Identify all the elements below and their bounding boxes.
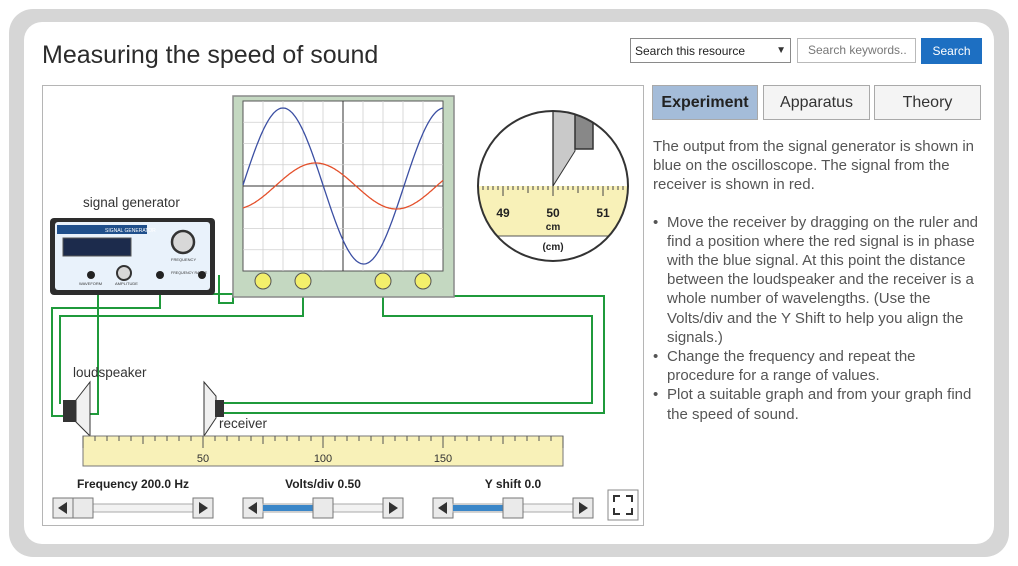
ruler-tick-label: 150 [434, 453, 452, 465]
receiver-cone [203, 380, 217, 438]
slider-thumb[interactable] [502, 497, 524, 519]
search-input[interactable]: Search keywords.. [797, 38, 916, 63]
scope-terminal-3 [374, 272, 392, 290]
volts-div-label: Volts/div 0.50 [285, 477, 361, 491]
magnifier-tick-label: 51 [596, 206, 610, 220]
instructions-panel: The output from the signal generator is … [653, 137, 983, 424]
instructions-intro: The output from the signal generator is … [653, 138, 975, 194]
ruler-tick-label: 50 [197, 453, 209, 465]
instruction-item: Change the frequency and repeat the proc… [653, 347, 983, 385]
output-terminal-1 [156, 271, 164, 279]
loudspeaker-body [63, 400, 76, 422]
loudspeaker [63, 380, 91, 438]
tab-experiment[interactable]: Experiment [652, 85, 758, 120]
fullscreen-button[interactable] [607, 489, 639, 521]
instruction-text: Change the frequency and repeat the proc… [667, 348, 916, 385]
chevron-down-icon: ▼ [776, 45, 786, 56]
slider-controls [52, 497, 594, 519]
tab-theory[interactable]: Theory [874, 85, 981, 120]
volts-div-slider[interactable] [242, 497, 404, 519]
wire-receiver-b [224, 281, 605, 414]
magnifier-unit-label: cm [546, 222, 561, 233]
magnifier-caption: (cm) [542, 242, 563, 253]
magnifier-tick-label: 49 [496, 206, 510, 220]
slider-thumb[interactable] [72, 497, 94, 519]
instructions-list: Move the receiver by dragging on the rul… [653, 213, 983, 424]
page-title: Measuring the speed of sound [42, 41, 379, 69]
simulation-canvas: signal generator SIGNAL GENERATOR FREQUE… [50, 95, 639, 521]
generator-waveform-text: WAVEFORM [79, 281, 102, 286]
generator-frequency-text: FREQUENCY [171, 257, 196, 262]
scope-terminal-1 [254, 272, 272, 290]
wire-receiver-a [224, 281, 593, 404]
generator-panel-text: SIGNAL GENERATOR [105, 228, 156, 234]
ruler-magnifier: 49 50 51 cm (cm) [477, 110, 629, 262]
wire-loudspeaker-a [75, 275, 204, 415]
frequency-knob [170, 229, 196, 255]
generator-display [62, 237, 132, 257]
instruction-item: Plot a suitable graph and from your grap… [653, 385, 983, 423]
generator-amplitude-text: AMPLITUDE [115, 281, 138, 286]
wire-gen-scope [218, 275, 234, 304]
search-scope-select[interactable]: Search this resource ▼ [630, 38, 791, 63]
loudspeaker-label: loudspeaker [73, 365, 147, 380]
receiver-body [215, 400, 224, 417]
tab-apparatus[interactable]: Apparatus [763, 85, 870, 120]
instruction-text: Plot a suitable graph and from your grap… [667, 386, 972, 423]
search-scope-value: Search this resource [635, 43, 746, 58]
instruction-item: Move the receiver by dragging on the rul… [653, 213, 983, 347]
search-button[interactable]: Search [921, 38, 982, 64]
amplitude-knob [116, 265, 132, 281]
receiver-label: receiver [219, 416, 268, 431]
output-terminal-2 [198, 271, 206, 279]
signal-generator: SIGNAL GENERATOR FREQUENCY WAVEFORM AMPL… [50, 218, 215, 295]
y-shift-label: Y shift 0.0 [485, 477, 542, 491]
wire-loudspeaker-b [51, 275, 161, 417]
slider-thumb[interactable] [312, 497, 334, 519]
signal-generator-label: signal generator [83, 195, 180, 210]
instruction-text: Move the receiver by dragging on the rul… [667, 213, 979, 346]
frequency-slider[interactable] [52, 497, 214, 519]
simulation-panel: signal generator SIGNAL GENERATOR FREQUE… [42, 85, 644, 526]
scope-terminal-4 [414, 272, 432, 290]
wire-scope-ch1-b [59, 281, 304, 404]
frequency-label: Frequency 200.0 Hz [77, 477, 189, 491]
loudspeaker-cone [75, 380, 91, 438]
fullscreen-button-frame [607, 489, 639, 521]
distance-ruler[interactable]: 50 100 150 [82, 435, 564, 467]
magnifier-tick-label: 50 [546, 206, 560, 220]
ruler-tick-label: 100 [314, 453, 332, 465]
y-shift-slider[interactable] [432, 497, 594, 519]
waveform-switch [87, 271, 95, 279]
scope-terminal-2 [294, 272, 312, 290]
oscilloscope [232, 95, 455, 298]
